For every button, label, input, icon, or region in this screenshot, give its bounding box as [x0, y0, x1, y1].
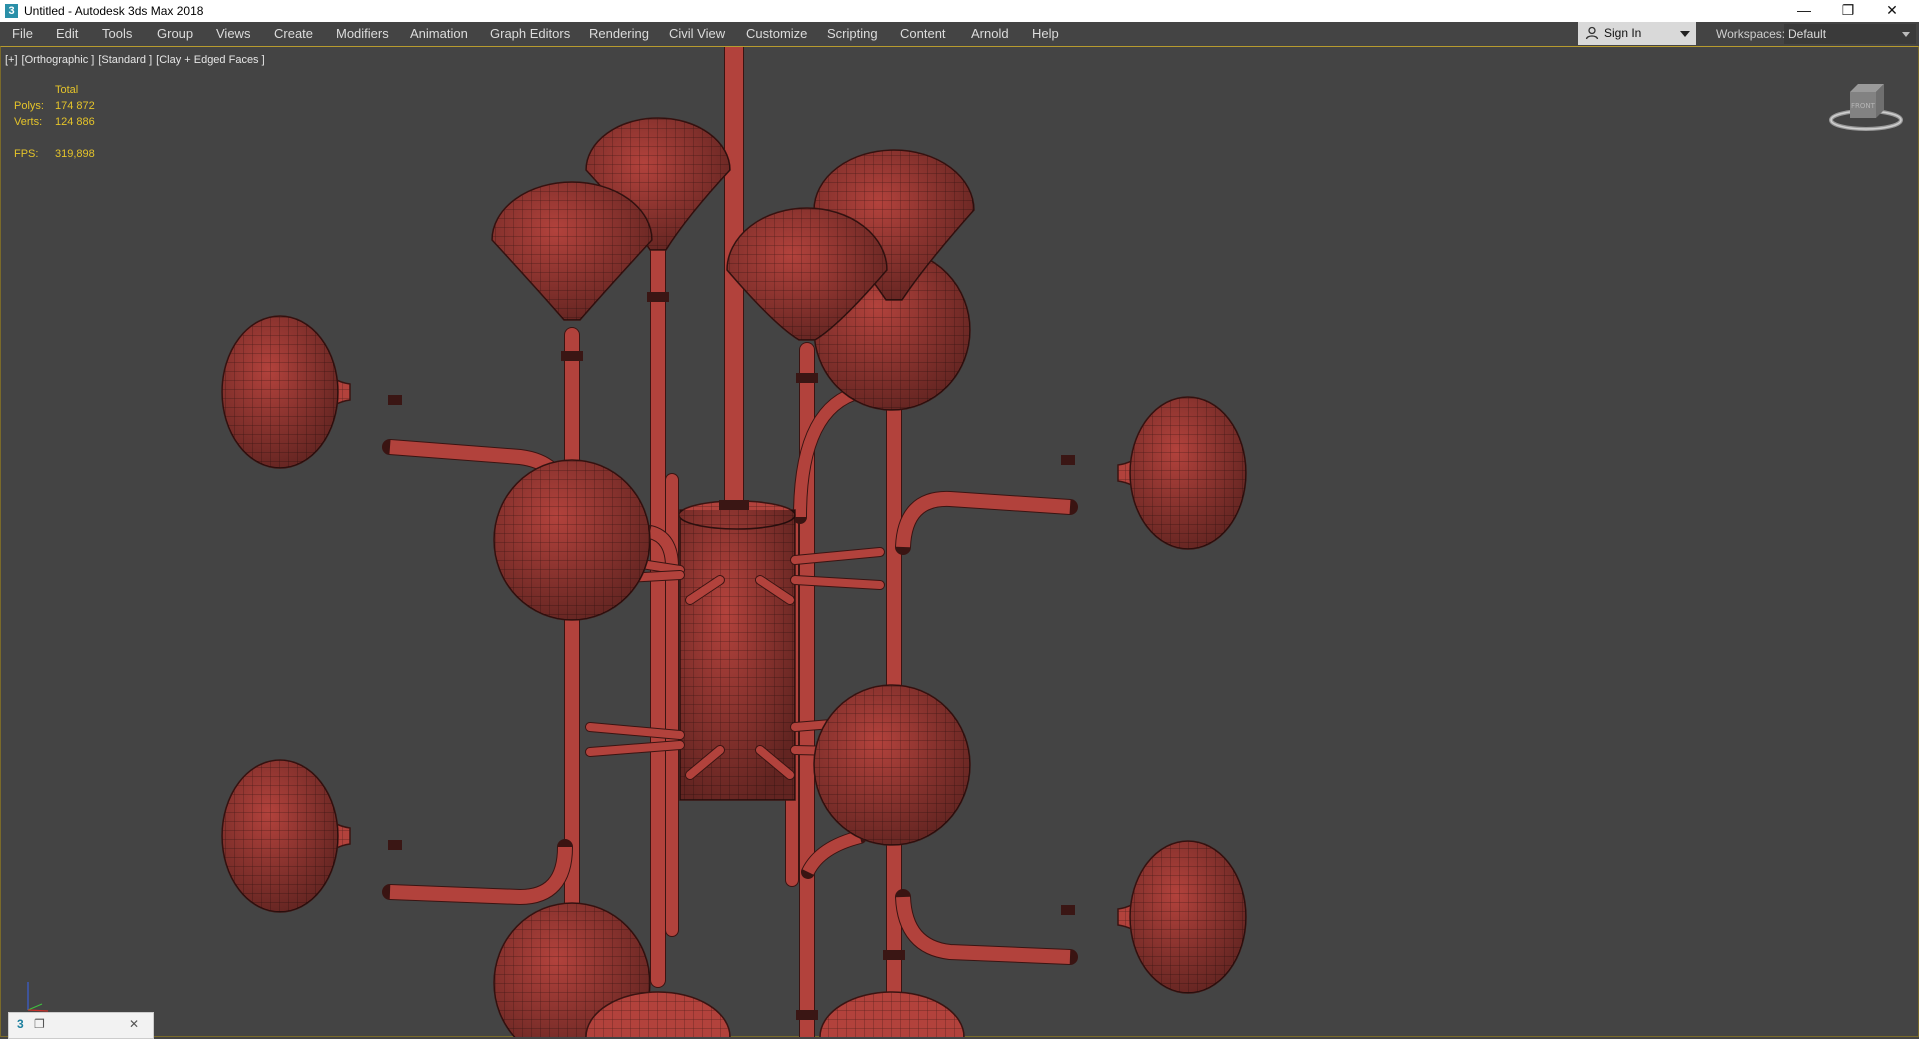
bell-shading[interactable]	[1130, 841, 1246, 993]
axis-tripod-icon	[27, 982, 49, 1012]
polys-label: Polys:	[14, 100, 44, 112]
globe-shading[interactable]	[494, 460, 650, 620]
viewport-canvas[interactable]	[0, 47, 1919, 1037]
minimize-button[interactable]: —	[1782, 0, 1826, 22]
canister-shading[interactable]	[680, 510, 795, 800]
collar-ring[interactable]	[1061, 455, 1075, 465]
collar-ring[interactable]	[796, 373, 818, 383]
collar-ring[interactable]	[796, 1010, 818, 1020]
sign-in-label: Sign In	[1604, 26, 1642, 40]
collar-ring[interactable]	[1061, 905, 1075, 915]
menu-content[interactable]: Content	[900, 26, 946, 41]
workspace-select[interactable]: Default	[1784, 24, 1916, 44]
collar-ring[interactable]	[883, 950, 905, 960]
menu-arnold[interactable]: Arnold	[971, 26, 1009, 41]
app-icon[interactable]: 3	[5, 4, 18, 18]
stats-header: Total	[55, 84, 79, 96]
viewport-menu-plus[interactable]: [+]	[5, 54, 18, 66]
arm[interactable]	[389, 846, 572, 905]
menu-file[interactable]: File	[12, 26, 33, 41]
workspaces-label: Workspaces:	[1716, 27, 1786, 41]
sign-in-dropdown[interactable]: Sign In	[1578, 22, 1696, 45]
restore-icon[interactable]: ❐	[34, 1017, 45, 1031]
menu-rendering[interactable]: Rendering	[589, 26, 649, 41]
menu-graph-editors[interactable]: Graph Editors	[490, 26, 570, 41]
bottom-shade[interactable]	[819, 991, 965, 1037]
chevron-down-icon	[1680, 31, 1690, 37]
collar-ring[interactable]	[647, 292, 669, 302]
app-icon: 3	[17, 1017, 24, 1031]
menu-views[interactable]: Views	[216, 26, 250, 41]
polys-value: 174 872	[55, 100, 95, 112]
collar-ring[interactable]	[719, 500, 749, 510]
dome-shading[interactable]	[492, 182, 652, 320]
viewport-view-label[interactable]: [Orthographic ]	[22, 54, 95, 66]
collar-ring[interactable]	[561, 351, 583, 361]
workspace-value: Default	[1788, 27, 1827, 41]
menu-customize[interactable]: Customize	[746, 26, 807, 41]
window-title: Untitled - Autodesk 3ds Max 2018	[24, 4, 204, 18]
verts-label: Verts:	[14, 116, 43, 128]
viewcube-icon[interactable]: FRONT	[1826, 82, 1906, 138]
fps-label: FPS:	[14, 148, 39, 160]
menu-edit[interactable]: Edit	[56, 26, 78, 41]
minimized-window-bar[interactable]: 3 ❐ ✕	[8, 1012, 154, 1039]
viewport-shading-standard-label[interactable]: [Standard ]	[98, 54, 152, 66]
menu-civil-view[interactable]: Civil View	[669, 26, 725, 41]
fps-value: 319,898	[55, 148, 95, 160]
menu-help[interactable]: Help	[1032, 26, 1059, 41]
restore-button[interactable]: ❐	[1826, 0, 1870, 22]
collar-ring[interactable]	[388, 395, 402, 405]
close-icon[interactable]: ✕	[129, 1017, 139, 1031]
bell-shading[interactable]	[222, 316, 338, 468]
user-icon	[1585, 26, 1599, 40]
menu-scripting[interactable]: Scripting	[827, 26, 878, 41]
viewport-display-mode-label[interactable]: [Clay + Edged Faces ]	[156, 54, 265, 66]
bell-shading[interactable]	[1130, 397, 1246, 549]
viewport-labels: [+] [Orthographic ] [Standard ] [Clay + Edg…	[5, 54, 269, 66]
menu-animation[interactable]: Animation	[410, 26, 468, 41]
menu-modifiers[interactable]: Modifiers	[336, 26, 389, 41]
title-bar: 3 Untitled - Autodesk 3ds Max 2018 — ❐ ✕	[0, 0, 1919, 22]
close-button[interactable]: ✕	[1870, 0, 1914, 22]
rod[interactable]	[791, 576, 884, 589]
menu-group[interactable]: Group	[157, 26, 193, 41]
viewcube-face-label: FRONT	[1851, 102, 1876, 110]
arm[interactable]	[896, 491, 1071, 548]
menu-create[interactable]: Create	[274, 26, 313, 41]
globe-shading[interactable]	[814, 685, 970, 845]
verts-value: 124 886	[55, 116, 95, 128]
chevron-down-icon	[1902, 32, 1910, 37]
collar-ring[interactable]	[388, 840, 402, 850]
bell-shading[interactable]	[222, 760, 338, 912]
menu-tools[interactable]: Tools	[102, 26, 132, 41]
